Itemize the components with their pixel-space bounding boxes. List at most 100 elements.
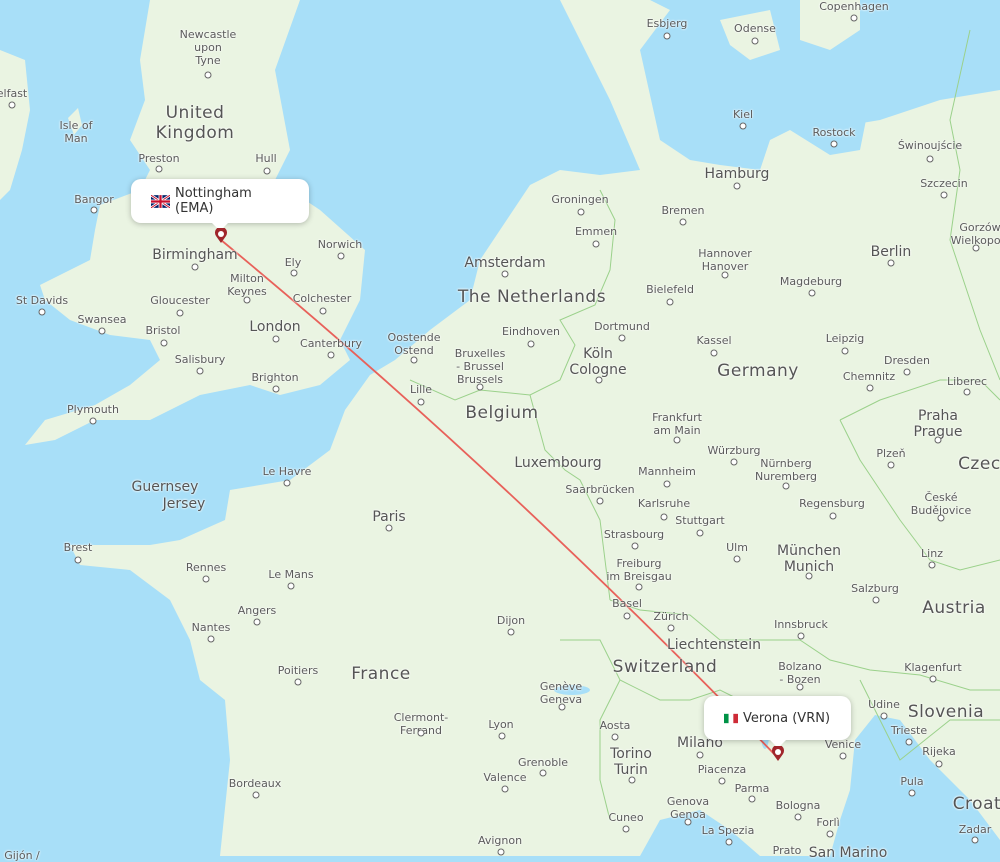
city-dot-icon	[196, 367, 204, 375]
city-dot-icon	[696, 529, 704, 537]
city-dot-icon	[733, 182, 741, 190]
city-label-piacenza: Piacenza	[697, 763, 747, 776]
country-label-united-kingdom: United Kingdom	[155, 103, 235, 143]
city-label-le-mans: Le Mans	[268, 568, 314, 581]
city-dot-icon	[663, 480, 671, 488]
city-label-lille: Lille	[409, 383, 433, 396]
city-label-liechtenstein: Liechtenstein	[666, 637, 762, 653]
city-dot-icon	[90, 206, 98, 214]
city-label-swinoujscie: Świnoujście	[897, 139, 963, 152]
city-label-bristol: Bristol	[145, 324, 181, 337]
city-label-angers: Angers	[237, 604, 277, 617]
city-label-emmen: Emmen	[574, 225, 618, 238]
city-label-freiburg-im-breisgau: Freiburg im Breisgau	[606, 557, 672, 583]
city-label-oostende-ostend: Oostende Ostend	[387, 331, 441, 357]
city-dot-icon	[663, 32, 671, 40]
destination-pin-icon[interactable]	[771, 744, 785, 766]
city-label-jersey: Jersey	[162, 496, 206, 512]
city-label-preston: Preston	[138, 152, 180, 165]
city-label-norwich: Norwich	[317, 238, 363, 251]
it-flag-icon	[724, 713, 738, 724]
country-label-germany: Germany	[717, 361, 799, 381]
city-dot-icon	[839, 752, 847, 760]
city-dot-icon	[202, 575, 210, 583]
city-label-kiel: Kiel	[732, 108, 754, 121]
country-label-belgium: Belgium	[465, 403, 539, 423]
city-dot-icon	[667, 624, 675, 632]
city-label-belfast: elfast	[0, 87, 28, 100]
city-dot-icon	[272, 385, 280, 393]
city-label-aosta: Aosta	[599, 719, 631, 732]
city-label-kassel: Kassel	[696, 334, 732, 347]
city-label-luxembourg: Luxembourg	[514, 455, 602, 471]
city-dot-icon	[204, 71, 212, 79]
city-label-grenoble: Grenoble	[517, 756, 569, 769]
city-dot-icon	[38, 308, 46, 316]
city-label-basel: Basel	[612, 597, 642, 610]
city-dot-icon	[539, 769, 547, 777]
city-dot-icon	[971, 836, 979, 844]
city-dot-icon	[635, 583, 643, 591]
city-dot-icon	[887, 461, 895, 469]
city-label-koln-cologne: Köln Cologne	[569, 346, 627, 378]
city-label-saarbrucken: Saarbrücken	[565, 483, 635, 496]
city-dot-icon	[74, 556, 82, 564]
city-label-ely: Ely	[284, 256, 302, 269]
city-dot-icon	[660, 513, 668, 521]
city-label-trieste: Trieste	[890, 724, 928, 737]
city-label-liberec: Liberec	[946, 375, 988, 388]
city-dot-icon	[595, 376, 603, 384]
city-dot-icon	[558, 703, 566, 711]
city-dot-icon	[666, 298, 674, 306]
country-label-the-netherlands: The Netherlands	[457, 287, 607, 307]
city-dot-icon	[880, 712, 888, 720]
destination-popup[interactable]: Verona (VRN)	[704, 696, 851, 748]
city-label-ceske-budejovice: České Budějovice	[910, 491, 972, 517]
country-label-czech: Czech	[958, 454, 1000, 474]
city-dot-icon	[721, 271, 729, 279]
city-label-london: London	[249, 319, 301, 335]
city-label-mannheim: Mannheim	[638, 465, 696, 478]
city-dot-icon	[796, 683, 804, 691]
city-dot-icon	[718, 777, 726, 785]
destination-label: Verona (VRN)	[743, 710, 831, 726]
city-label-bruxelles-brussel-brussels: Bruxelles - Brussel Brussels	[454, 347, 506, 386]
city-dot-icon	[410, 356, 418, 364]
city-dot-icon	[623, 612, 631, 620]
city-dot-icon	[725, 838, 733, 846]
country-label-croatia: Croatia	[952, 794, 1000, 814]
city-dot-icon	[748, 795, 756, 803]
city-dot-icon	[290, 269, 298, 277]
city-label-paris: Paris	[372, 509, 406, 525]
city-label-torino-turin: Torino Turin	[610, 746, 652, 778]
city-dot-icon	[287, 582, 295, 590]
city-dot-icon	[808, 289, 816, 297]
city-label-karlsruhe: Karlsruhe	[637, 497, 691, 510]
origin-pin-icon[interactable]	[214, 226, 228, 248]
city-dot-icon	[527, 340, 535, 348]
city-label-milton-keynes: Milton Keynes	[227, 272, 267, 298]
city-dot-icon	[501, 785, 509, 793]
country-label-france: France	[351, 664, 411, 684]
city-label-prato: Prato	[772, 844, 802, 857]
origin-popup[interactable]: Nottingham (EMA)	[131, 179, 309, 231]
city-label-genova-genoa: Genova Genoa	[666, 795, 710, 821]
city-label-regensburg: Regensburg	[799, 497, 865, 510]
city-label-le-havre: Le Havre	[262, 465, 312, 478]
city-label-munchen-munich: München Munich	[777, 543, 841, 575]
city-dot-icon	[739, 122, 747, 130]
city-dot-icon	[940, 191, 948, 199]
city-label-frankfurt-am-main: Frankfurt am Main	[652, 411, 702, 437]
city-label-pula: Pula	[900, 775, 924, 788]
city-label-copenhagen: Copenhagen	[819, 0, 889, 13]
city-label-klagenfurt: Klagenfurt	[904, 661, 962, 674]
city-label-wurzburg: Würzburg	[707, 444, 761, 457]
city-label-magdeburg: Magdeburg	[779, 275, 843, 288]
city-label-guernsey: Guernsey	[131, 479, 199, 495]
city-label-salzburg: Salzburg	[851, 582, 899, 595]
city-dot-icon	[417, 729, 425, 737]
city-label-salisbury: Salisbury	[174, 353, 226, 366]
city-label-plzen: Plzeň	[876, 447, 906, 460]
city-label-birmingham: Birmingham	[152, 247, 238, 263]
city-dot-icon	[160, 339, 168, 347]
